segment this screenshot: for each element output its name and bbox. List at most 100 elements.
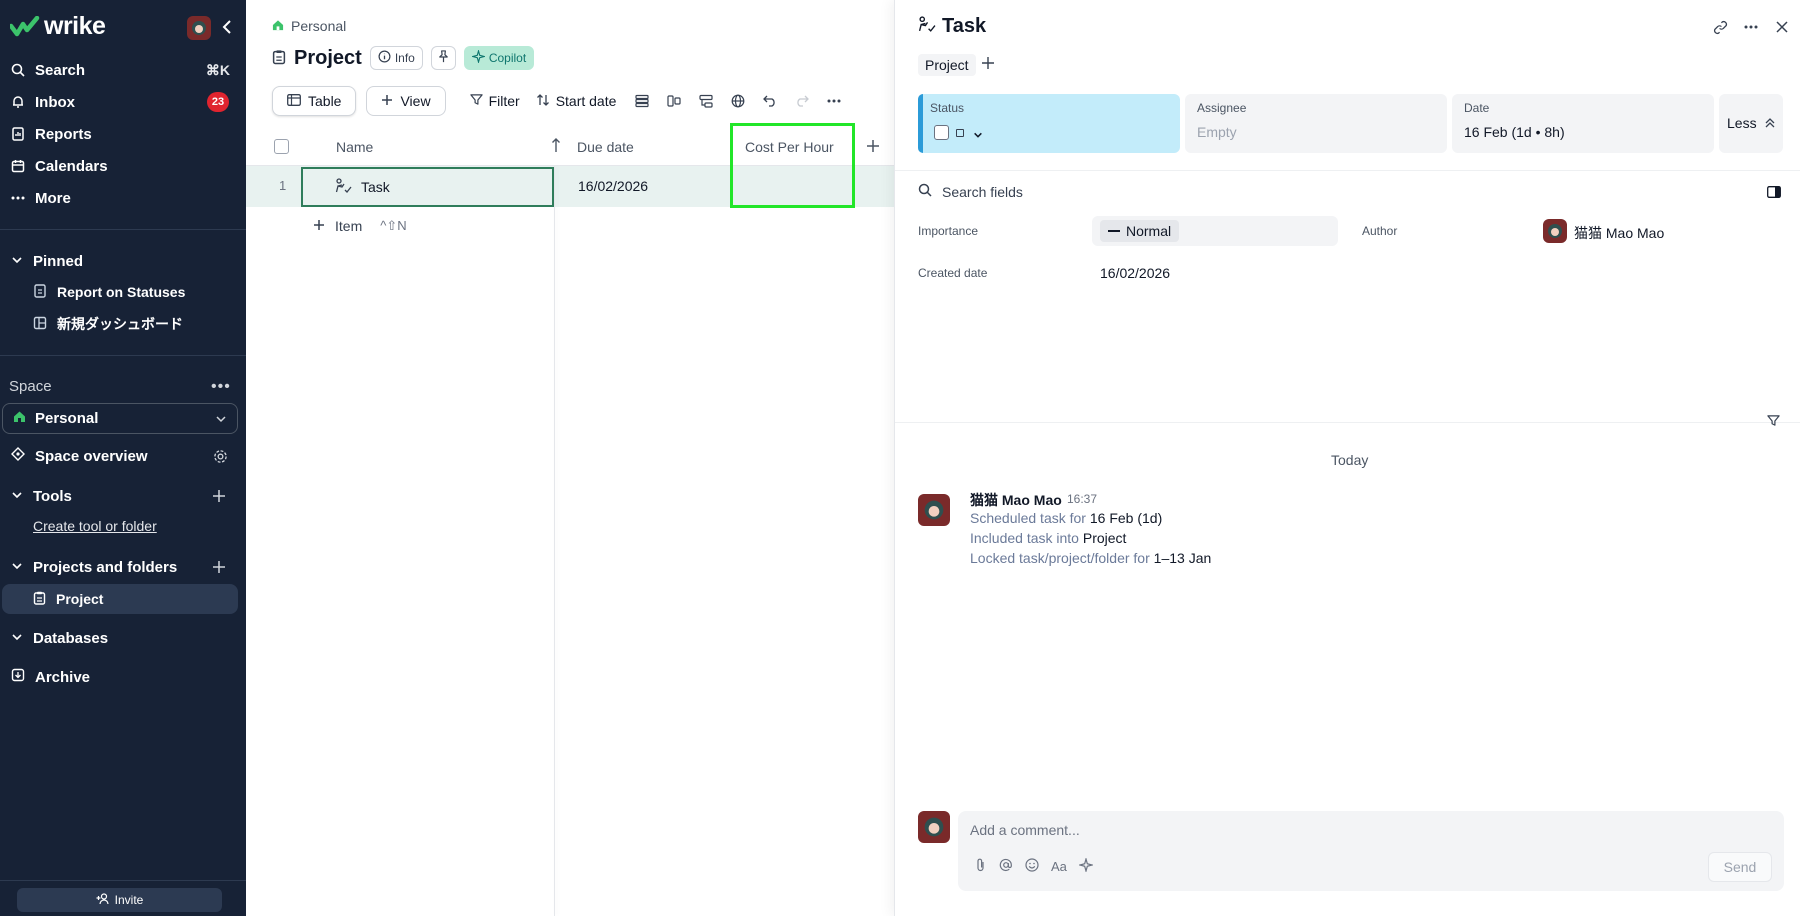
- less-button[interactable]: Less: [1719, 94, 1783, 153]
- gear-icon[interactable]: [213, 449, 228, 467]
- sparkle-icon[interactable]: [1077, 856, 1095, 875]
- emoji-icon[interactable]: [1025, 858, 1039, 875]
- add-column-plus-icon[interactable]: [866, 139, 880, 156]
- importance-chip[interactable]: Normal: [1100, 220, 1180, 242]
- link-icon[interactable]: [1711, 18, 1729, 36]
- table-view-button[interactable]: Table: [272, 86, 357, 116]
- due-date-cell[interactable]: 16/02/2026: [578, 178, 648, 194]
- breadcrumb[interactable]: Personal: [272, 18, 346, 34]
- sidebar-divider: [0, 229, 246, 230]
- task-name-cell[interactable]: Task: [301, 167, 554, 207]
- attachment-icon[interactable]: [975, 858, 987, 875]
- nav-reports-label: Reports: [35, 125, 92, 143]
- info-button[interactable]: Info: [369, 46, 423, 70]
- cost-per-hour-highlight[interactable]: [730, 123, 855, 208]
- filter-icon[interactable]: [1767, 414, 1780, 430]
- pin-button[interactable]: [430, 46, 456, 70]
- databases-section-toggle[interactable]: Databases: [0, 625, 246, 651]
- collapse-sidebar-icon[interactable]: [218, 16, 236, 38]
- sort-ascending-icon[interactable]: [551, 137, 561, 156]
- page-title-bar: Project Info Copilot: [272, 46, 535, 70]
- row-number: 1: [279, 178, 287, 193]
- create-tool-link[interactable]: Create tool or folder: [33, 518, 157, 534]
- space-selector[interactable]: Personal: [2, 403, 238, 434]
- nav-search[interactable]: Search ⌘K: [0, 56, 246, 84]
- archive-link[interactable]: Archive: [0, 664, 246, 690]
- nav-calendars[interactable]: Calendars: [0, 152, 246, 180]
- status-label: Status: [930, 101, 965, 115]
- view-label: View: [400, 93, 431, 109]
- columns-icon[interactable]: [666, 93, 682, 109]
- globe-icon[interactable]: [730, 93, 746, 109]
- search-fields-input[interactable]: Search fields: [918, 183, 1023, 200]
- more-options-icon[interactable]: [826, 93, 842, 109]
- copilot-button[interactable]: Copilot: [463, 46, 535, 70]
- subtasks-icon[interactable]: [698, 93, 714, 109]
- add-view-button[interactable]: View: [366, 86, 446, 116]
- redo-icon[interactable]: [794, 93, 810, 109]
- nav-reports[interactable]: Reports: [0, 120, 246, 148]
- status-checkbox[interactable]: [934, 125, 949, 140]
- user-avatar[interactable]: [187, 16, 211, 40]
- filter-button[interactable]: Filter: [469, 93, 520, 109]
- space-overview-link[interactable]: Space overview: [0, 443, 246, 469]
- pinned-item-report[interactable]: Report on Statuses: [33, 280, 185, 304]
- undo-icon[interactable]: [762, 93, 778, 109]
- nav-calendars-label: Calendars: [35, 157, 108, 175]
- add-tool-plus-icon[interactable]: [212, 489, 226, 503]
- tools-section-toggle[interactable]: Tools: [0, 483, 246, 509]
- panel-divider: [895, 422, 1800, 423]
- pinned-item-label: 新規ダッシュボード: [57, 316, 183, 332]
- reports-icon: [11, 127, 25, 141]
- sort-label: Start date: [555, 93, 617, 109]
- column-header-due-date[interactable]: Due date: [577, 139, 634, 155]
- author-value: 猫猫 Mao Mao: [1574, 225, 1665, 241]
- space-label: Space: [9, 378, 52, 395]
- space-menu-icon[interactable]: •••: [211, 378, 231, 396]
- nav-inbox-label: Inbox: [35, 93, 75, 111]
- project-tag[interactable]: Project: [918, 54, 976, 76]
- add-tag-plus-icon[interactable]: [981, 56, 995, 73]
- activity-value: 1–13 Jan: [1153, 550, 1212, 566]
- assignee-field[interactable]: Assignee Empty: [1185, 94, 1447, 153]
- comment-input[interactable]: Add a comment...: [970, 822, 1080, 838]
- activity-value: 16 Feb (1d): [1089, 510, 1163, 526]
- search-icon: [918, 183, 932, 200]
- invite-label: Invite: [114, 893, 144, 907]
- task-title[interactable]: Task: [918, 15, 986, 38]
- status-field[interactable]: Status: [918, 94, 1180, 153]
- plus-icon: [381, 93, 393, 109]
- sort-button[interactable]: Start date: [536, 93, 617, 110]
- more-options-icon[interactable]: [1742, 18, 1760, 36]
- pinned-title: Pinned: [33, 252, 84, 270]
- close-icon[interactable]: [1773, 18, 1791, 36]
- column-header-name[interactable]: Name: [336, 139, 373, 155]
- add-item-button[interactable]: Item ^⇧N: [313, 218, 407, 234]
- date-field[interactable]: Date 16 Feb (1d • 8h): [1452, 94, 1714, 153]
- date-value: 16 Feb (1d • 8h): [1464, 124, 1565, 140]
- send-button[interactable]: Send: [1708, 852, 1772, 882]
- pinned-item-dashboard[interactable]: 新規ダッシュボード: [33, 312, 183, 336]
- sidebar-item-project[interactable]: Project: [2, 584, 238, 614]
- select-all-checkbox[interactable]: [274, 139, 289, 154]
- text-format-icon[interactable]: Aa: [1051, 859, 1067, 874]
- nav-more[interactable]: More: [0, 184, 246, 212]
- space-overview-label: Space overview: [35, 447, 148, 465]
- add-project-plus-icon[interactable]: [212, 560, 226, 574]
- panel-layout-icon[interactable]: [1767, 185, 1781, 201]
- invite-button[interactable]: Invite: [17, 888, 222, 912]
- activity-line: Included task into Project: [970, 530, 1126, 546]
- more-dots-icon: [11, 191, 25, 205]
- less-label: Less: [1727, 115, 1757, 131]
- comment-box[interactable]: [958, 811, 1784, 891]
- nav-inbox[interactable]: Inbox 23: [0, 88, 246, 116]
- chevron-down-icon[interactable]: [973, 127, 983, 143]
- tools-title: Tools: [33, 487, 72, 505]
- projects-section-toggle[interactable]: Projects and folders: [0, 554, 246, 580]
- group-icon[interactable]: [634, 93, 650, 109]
- mention-icon[interactable]: [999, 858, 1013, 875]
- comment-avatar: [918, 811, 950, 843]
- pinned-section-toggle[interactable]: Pinned: [0, 248, 246, 274]
- activity-user[interactable]: 猫猫 Mao Mao: [970, 490, 1062, 510]
- wrike-logo[interactable]: wrike: [10, 12, 106, 41]
